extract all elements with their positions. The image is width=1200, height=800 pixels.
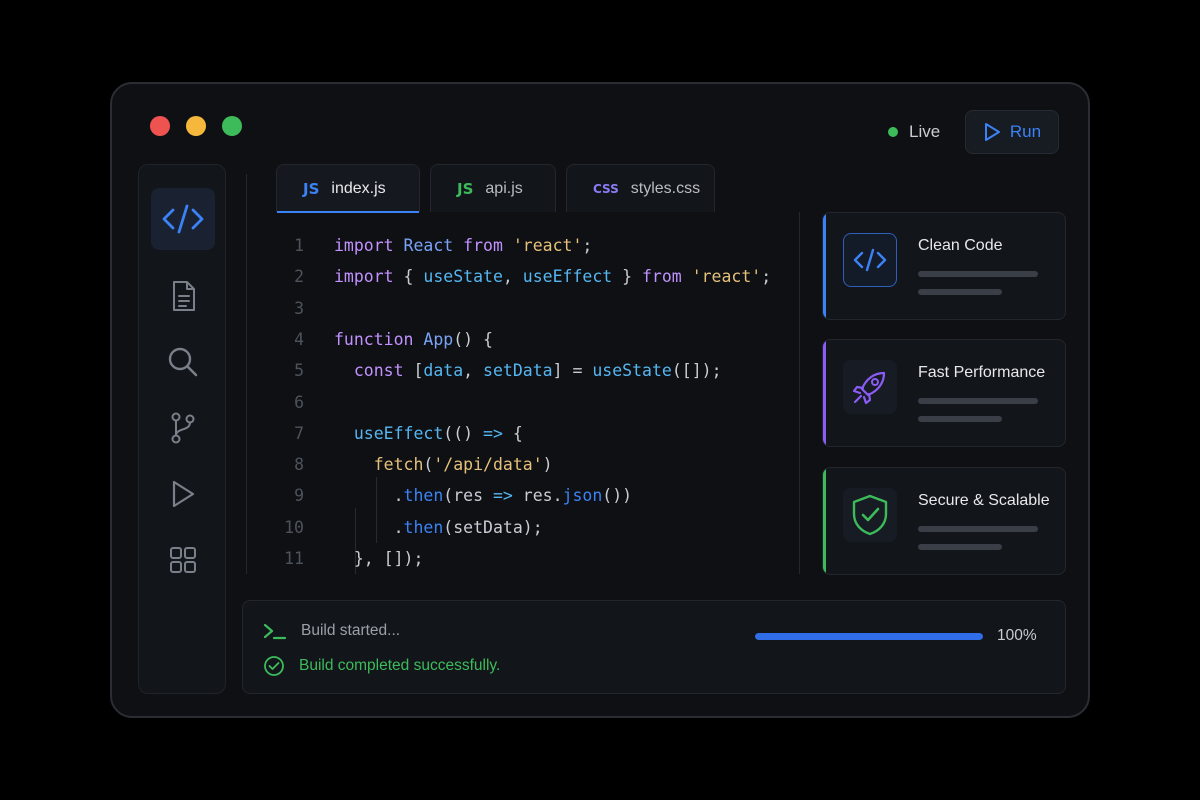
code-line: 9 .then(res => res.json()) — [276, 480, 632, 511]
git-branch-icon — [171, 412, 195, 444]
code-text: .then(setData); — [334, 517, 543, 537]
card-icon-box — [843, 488, 897, 542]
sidebar-divider — [246, 174, 247, 574]
code-line: 10 .then(setData); — [276, 512, 543, 543]
activity-item-run[interactable] — [151, 463, 215, 525]
code-line: 8 fetch('/api/data') — [276, 449, 553, 480]
code-text: import { useState, useEffect } from 'rea… — [334, 267, 772, 287]
check-circle-icon — [264, 656, 284, 676]
terminal-prompt-icon — [263, 623, 287, 640]
build-progress-label: 100% — [997, 627, 1037, 644]
card-accent — [823, 468, 826, 574]
code-line: 3 — [276, 293, 334, 324]
code-icon — [162, 204, 204, 234]
grid-icon — [170, 547, 196, 573]
tab-label: index.js — [331, 179, 386, 197]
run-button-label: Run — [1009, 122, 1042, 141]
line-number: 5 — [294, 361, 304, 381]
line-number: 7 — [294, 423, 304, 443]
file-icon — [173, 281, 195, 311]
build-progress-bar — [755, 633, 983, 640]
run-button[interactable]: Run — [965, 110, 1059, 154]
search-icon — [168, 347, 198, 377]
code-text: fetch('/api/data') — [373, 455, 553, 475]
code-line: 5 const [data, setData] = useState([]); — [276, 355, 722, 386]
code-line: 1 import React from 'react'; — [276, 230, 592, 261]
shield-check-icon — [852, 494, 888, 536]
line-number: 1 — [294, 236, 304, 255]
live-status: Live — [888, 122, 940, 142]
line-number: 2 — [294, 267, 304, 287]
terminal-line: Build completed successfully. — [263, 655, 500, 677]
activity-bar — [138, 164, 226, 694]
line-number: 8 — [294, 455, 304, 475]
css-file-icon: CSS — [593, 181, 619, 196]
activity-item-extensions[interactable] — [151, 529, 215, 591]
terminal-success-text: Build completed successfully. — [299, 657, 501, 674]
feature-card-clean-code: Clean Code — [822, 212, 1066, 320]
rocket-icon — [852, 371, 886, 405]
activity-item-code[interactable] — [151, 188, 215, 250]
activity-item-files[interactable] — [151, 265, 215, 327]
placeholder-line — [918, 398, 1038, 404]
placeholder-line — [918, 416, 1002, 422]
feature-card-fast-performance: Fast Performance — [822, 339, 1066, 447]
terminal-panel: Build started... Build completed success… — [242, 600, 1066, 694]
card-title: Clean Code — [918, 237, 1003, 254]
card-accent — [823, 213, 826, 319]
card-title: Secure & Scalable — [918, 492, 1050, 509]
play-icon — [172, 480, 195, 508]
play-icon — [984, 123, 1000, 141]
code-editor[interactable]: 1 import React from 'react'; 2 import { use… — [276, 212, 800, 574]
build-progress-fill — [755, 633, 983, 640]
app-window: Live Run JS index.js JS api.js CSS style… — [110, 82, 1090, 718]
code-text: }, []); — [334, 549, 424, 568]
placeholder-line — [918, 271, 1038, 277]
tab-index-js[interactable]: JS index.js — [276, 164, 420, 213]
code-line: 11 }, []); — [276, 543, 423, 574]
line-number: 10 — [284, 517, 304, 537]
code-line: 2 import { useState, useEffect } from 're… — [276, 261, 771, 292]
placeholder-line — [918, 544, 1002, 550]
tab-styles-css[interactable]: CSS styles.css — [566, 164, 715, 212]
card-icon-box — [843, 233, 897, 287]
line-number: 11 — [284, 549, 304, 568]
code-text: function App() { — [334, 329, 493, 349]
code-line: 7 useEffect(() => { — [276, 418, 523, 449]
live-dot-icon — [888, 127, 898, 137]
activity-item-source-control[interactable] — [151, 397, 215, 459]
live-status-label: Live — [909, 122, 941, 141]
code-text: import React from 'react'; — [334, 236, 593, 255]
code-text: const [data, setData] = useState([]); — [353, 361, 722, 381]
js-file-icon: JS — [303, 179, 320, 198]
code-line: 4 function App() { — [276, 324, 493, 355]
terminal-text: Build started... — [301, 622, 401, 639]
tab-label: api.js — [485, 179, 523, 197]
maximize-window-button[interactable] — [222, 116, 242, 136]
terminal-line: Build started... — [263, 621, 400, 641]
activity-item-search[interactable] — [151, 331, 215, 393]
tab-api-js[interactable]: JS api.js — [430, 164, 556, 212]
code-text: .then(res => res.json()) — [334, 486, 633, 506]
feature-card-secure-scalable: Secure & Scalable — [822, 467, 1066, 575]
close-window-button[interactable] — [150, 116, 170, 136]
js-file-icon: JS — [457, 179, 474, 198]
code-line: 6 — [276, 387, 334, 418]
line-number: 9 — [294, 486, 304, 506]
tab-label: styles.css — [630, 179, 701, 197]
line-number: 6 — [294, 392, 304, 412]
code-text: useEffect(() => { — [353, 423, 523, 443]
card-icon-box — [843, 360, 897, 414]
minimize-window-button[interactable] — [186, 116, 206, 136]
placeholder-line — [918, 289, 1002, 295]
card-title: Fast Performance — [918, 364, 1046, 381]
line-number: 4 — [294, 329, 304, 349]
placeholder-line — [918, 526, 1038, 532]
code-icon — [853, 248, 887, 272]
line-number: 3 — [294, 298, 304, 318]
card-accent — [823, 340, 826, 446]
